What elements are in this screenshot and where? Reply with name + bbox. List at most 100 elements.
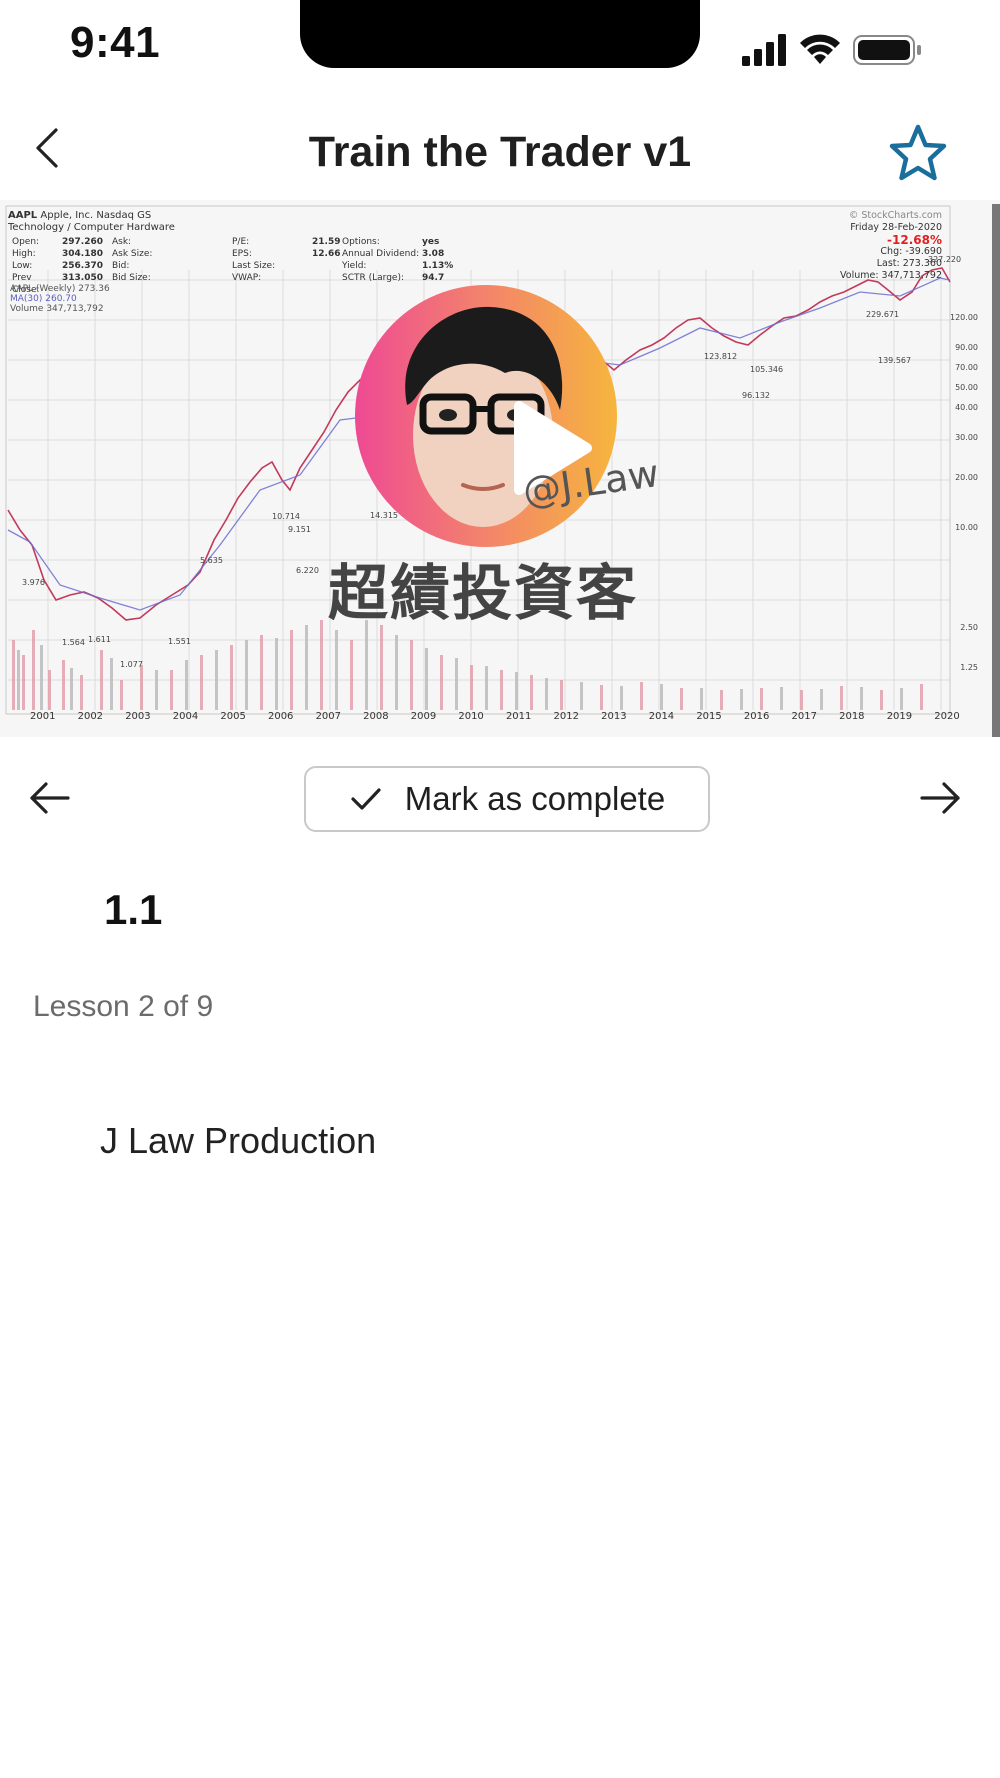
- stat-value: 256.370: [62, 261, 103, 271]
- svg-text:229.671: 229.671: [866, 310, 899, 319]
- year-tick-label: 2004: [172, 711, 199, 722]
- svg-text:10.714: 10.714: [272, 512, 300, 521]
- status-icons: [742, 34, 921, 66]
- stat-label: P/E:: [232, 237, 250, 247]
- device-notch: [300, 0, 700, 68]
- scroll-indicator[interactable]: [992, 204, 1000, 737]
- svg-text:1.611: 1.611: [88, 635, 111, 644]
- arrow-left-icon: [30, 782, 70, 814]
- stat-value: [312, 272, 342, 296]
- svg-text:120.00: 120.00: [950, 313, 978, 322]
- stat-label: VWAP:: [232, 273, 262, 283]
- stat-label: Bid Size:: [112, 273, 151, 283]
- year-tick-label: 2008: [363, 711, 389, 722]
- next-lesson-button[interactable]: [918, 776, 962, 820]
- chart-volume: Volume: 347,713,792: [840, 270, 942, 281]
- svg-text:50.00: 50.00: [955, 383, 978, 392]
- year-tick-label: 2011: [505, 711, 532, 722]
- stat-value: [192, 260, 232, 272]
- star-outline-icon: [889, 124, 947, 181]
- chart-sector: Technology / Computer Hardware: [8, 222, 175, 233]
- stat-value: [192, 248, 232, 260]
- year-tick-label: 2006: [267, 711, 294, 722]
- status-bar: 9:41: [0, 0, 1000, 100]
- stat-value: [192, 272, 232, 296]
- stat-label: Bid:: [112, 261, 130, 271]
- previous-lesson-button[interactable]: [28, 776, 72, 820]
- year-tick-label: 2020: [934, 711, 960, 722]
- stat-value: 304.180: [62, 249, 103, 259]
- lesson-progress-text: Lesson 2 of 9: [33, 990, 214, 1023]
- year-tick-label: 2019: [886, 711, 913, 722]
- chart-summary: © StockCharts.com Friday 28-Feb-2020 -12…: [822, 210, 942, 282]
- svg-text:139.567: 139.567: [878, 356, 911, 365]
- year-tick-label: 2005: [220, 711, 246, 722]
- status-time: 9:41: [70, 18, 161, 67]
- legend-item: AAPL (Weekly) 273.36: [10, 284, 110, 294]
- chart-legend: AAPL (Weekly) 273.36 MA(30) 260.70 Volum…: [10, 284, 110, 314]
- year-tick-label: 2014: [648, 711, 675, 722]
- chart-year-axis: 2001 2002 2003 2004 2005 2006 2007 2008 2009 2010…: [30, 711, 960, 722]
- watermark-brand: 超績投資客: [328, 559, 638, 629]
- svg-text:96.132: 96.132: [742, 391, 770, 400]
- stat-label: Ask:: [112, 237, 132, 247]
- legend-item: Volume 347,713,792: [10, 304, 104, 314]
- chart-change-pct: -12.68%: [887, 233, 942, 247]
- year-tick-label: 2010: [458, 711, 484, 722]
- stat-label: Annual Dividend:: [342, 249, 420, 259]
- year-tick-label: 2002: [77, 711, 104, 722]
- svg-text:1.551: 1.551: [168, 637, 191, 646]
- legend-item: MA(30) 260.70: [10, 294, 77, 304]
- header: Train the Trader v1: [0, 100, 1000, 200]
- svg-text:2.50: 2.50: [960, 623, 978, 632]
- signal-icon: [742, 34, 786, 66]
- year-tick-label: 2012: [553, 711, 579, 722]
- check-icon: [351, 788, 381, 810]
- svg-text:14.315: 14.315: [370, 511, 398, 520]
- year-tick-label: 2015: [696, 711, 722, 722]
- battery-icon: [853, 35, 921, 65]
- lesson-navigation: Mark as complete: [0, 766, 1000, 836]
- stat-value: [312, 260, 342, 272]
- chart-symbol: AAPL: [8, 210, 38, 221]
- wifi-icon: [800, 34, 840, 64]
- svg-text:5.635: 5.635: [200, 556, 223, 565]
- year-tick-label: 2003: [125, 711, 151, 722]
- svg-text:123.812: 123.812: [704, 352, 737, 361]
- svg-text:90.00: 90.00: [955, 343, 978, 352]
- chart-company: Apple, Inc. Nasdaq GS: [40, 210, 152, 221]
- year-tick-label: 2018: [839, 711, 865, 722]
- stat-value: 1.13%: [422, 261, 454, 271]
- mark-complete-button[interactable]: Mark as complete: [304, 766, 710, 832]
- chart-source: © StockCharts.com: [848, 210, 942, 221]
- svg-text:1.077: 1.077: [120, 660, 143, 669]
- svg-text:9.151: 9.151: [288, 525, 311, 534]
- stat-value: yes: [422, 237, 440, 247]
- favorite-button[interactable]: [886, 122, 950, 186]
- chart-ticker: AAPL Apple, Inc. Nasdaq GS Technology / …: [8, 210, 175, 234]
- svg-text:1.25: 1.25: [960, 663, 978, 672]
- chart-chg: Chg: -39.690: [880, 246, 942, 257]
- chart-last: Last: 273.360: [876, 258, 942, 269]
- year-tick-label: 2001: [30, 711, 56, 722]
- svg-text:3.976: 3.976: [22, 578, 45, 587]
- stat-label: SCTR (Large):: [342, 273, 404, 283]
- svg-text:105.346: 105.346: [750, 365, 783, 374]
- lesson-author: J Law Production: [100, 1120, 377, 1161]
- svg-text:10.00: 10.00: [955, 523, 978, 532]
- year-tick-label: 2009: [410, 711, 437, 722]
- svg-text:40.00: 40.00: [955, 403, 978, 412]
- stat-value: 297.260: [62, 237, 103, 247]
- year-tick-label: 2013: [601, 711, 627, 722]
- stat-label: Open:: [12, 237, 40, 247]
- lesson-title: 1.1: [104, 886, 163, 933]
- mark-complete-label: Mark as complete: [404, 780, 666, 817]
- svg-text:70.00: 70.00: [955, 363, 978, 372]
- svg-text:6.220: 6.220: [296, 566, 319, 575]
- stat-label: EPS:: [232, 249, 252, 259]
- year-tick-label: 2016: [743, 711, 770, 722]
- stat-label: Last Size:: [232, 261, 276, 271]
- stat-label: Ask Size:: [112, 249, 153, 259]
- stat-label: Yield:: [342, 261, 367, 271]
- stat-value: [192, 236, 232, 248]
